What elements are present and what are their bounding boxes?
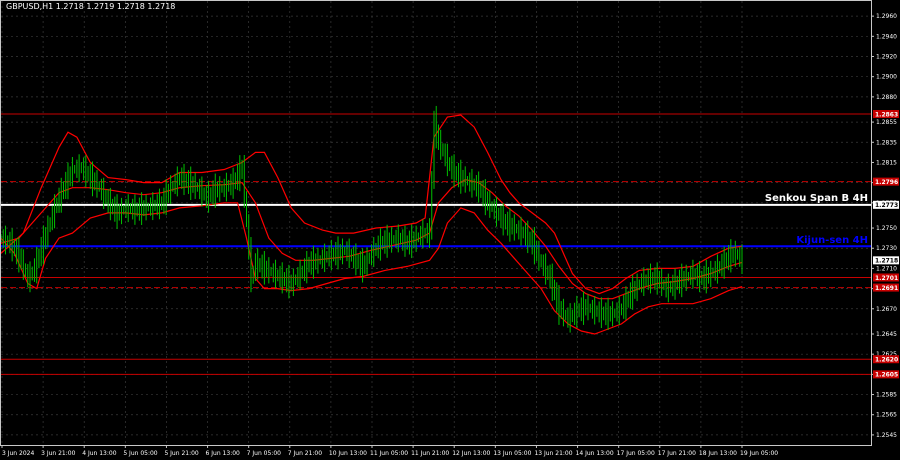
price-level-tag-text: 1.2605	[875, 372, 898, 379]
x-tick-label: 17 Jun 21:00	[658, 450, 696, 457]
x-tick-label: 5 Jun 21:00	[164, 450, 198, 457]
x-tick-label: 7 Jun 05:00	[247, 450, 281, 457]
y-tick-label: 1.2750	[876, 225, 897, 232]
indicator-annotation: Senkou Span B 4H	[765, 193, 868, 204]
chart-background	[0, 0, 900, 460]
x-tick-label: 19 Jun 05:00	[740, 450, 778, 457]
price-level-tag-text: 1.2796	[875, 179, 898, 186]
y-tick-label: 1.2900	[876, 74, 897, 81]
y-tick-label: 1.2920	[876, 54, 897, 61]
y-tick-label: 1.2815	[876, 159, 897, 166]
x-tick-label: 18 Jun 13:00	[699, 450, 737, 457]
y-tick-label: 1.2835	[876, 139, 897, 146]
price-level-tag-text: 1.2691	[875, 285, 898, 292]
x-tick-label: 14 Jun 13:00	[576, 450, 614, 457]
x-tick-label: 11 Jun 05:00	[370, 450, 408, 457]
x-tick-label: 12 Jun 13:00	[452, 450, 490, 457]
y-tick-label: 1.2585	[876, 392, 897, 399]
y-tick-label: 1.2880	[876, 94, 897, 101]
price-level-tag-text: 1.2620	[875, 357, 898, 364]
y-tick-label: 1.2960	[876, 13, 897, 20]
price-level-tag-text: 1.2863	[875, 111, 898, 118]
price-level-tag-text: 1.2773	[875, 202, 898, 209]
x-tick-label: 13 Jun 05:00	[493, 450, 531, 457]
x-tick-label: 4 Jun 13:00	[82, 450, 116, 457]
y-tick-label: 1.2855	[876, 119, 897, 126]
x-tick-label: 5 Jun 05:00	[123, 450, 157, 457]
x-tick-label: 3 Jun 2024	[2, 450, 34, 457]
y-tick-label: 1.2710	[876, 265, 897, 272]
y-tick-label: 1.2565	[876, 412, 897, 419]
indicator-annotation: Kijun-sen 4H	[796, 235, 868, 246]
x-tick-label: 3 Jun 21:00	[41, 450, 75, 457]
y-tick-label: 1.2670	[876, 306, 897, 313]
x-tick-label: 17 Jun 05:00	[617, 450, 655, 457]
y-tick-label: 1.2645	[876, 331, 897, 338]
price-level-tag-text: 1.2718	[875, 258, 898, 265]
price-chart[interactable]: 1.29601.29401.29201.29001.28801.28551.28…	[0, 0, 900, 460]
y-tick-label: 1.2730	[876, 245, 897, 252]
y-tick-label: 1.2940	[876, 33, 897, 40]
price-level-tag-text: 1.2701	[875, 275, 898, 282]
y-tick-label: 1.2545	[876, 432, 897, 439]
x-tick-label: 13 Jun 21:00	[534, 450, 572, 457]
x-tick-label: 7 Jun 21:00	[288, 450, 322, 457]
symbol-info: GBPUSD,H1 1.2718 1.2719 1.2718 1.2718	[6, 2, 175, 11]
x-tick-label: 11 Jun 21:00	[411, 450, 449, 457]
x-tick-label: 10 Jun 13:00	[329, 450, 367, 457]
x-tick-label: 6 Jun 13:00	[206, 450, 240, 457]
